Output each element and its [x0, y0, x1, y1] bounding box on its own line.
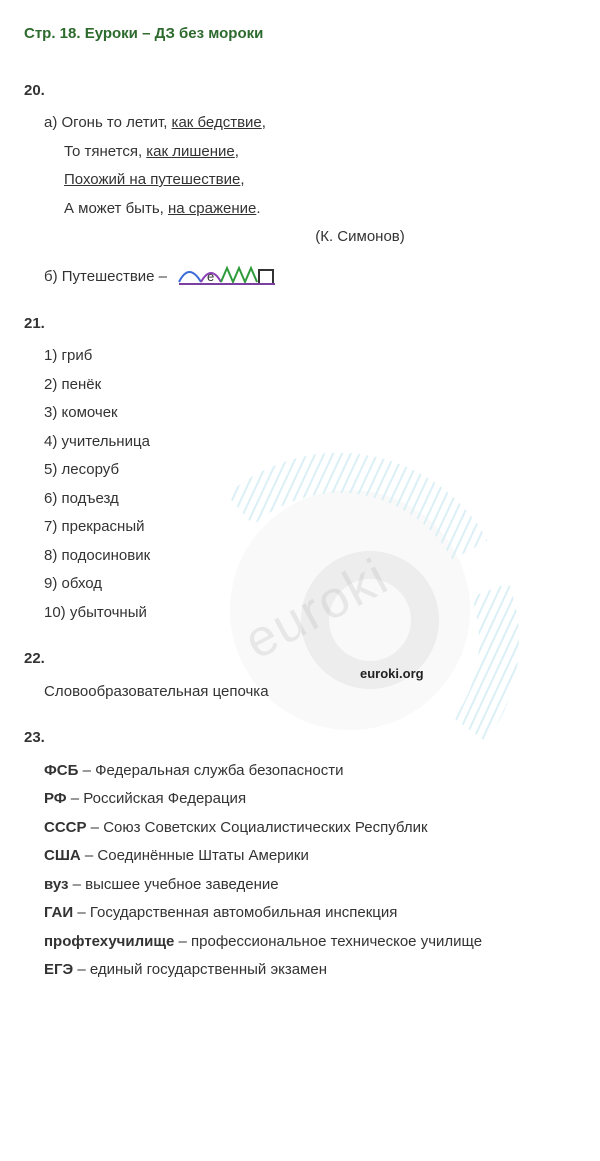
abbr-line: ГАИ – Государственная автомобильная инсп… — [24, 899, 576, 928]
abbr-full: – Соединённые Штаты Америки — [81, 847, 309, 864]
abbr: ГАИ — [44, 904, 73, 921]
ex20-line4: А может быть, на сражение. — [24, 195, 576, 224]
list-item: 5) лесоруб — [24, 456, 576, 485]
abbr-line: США – Соединённые Штаты Америки — [24, 842, 576, 871]
abbr-line: ФСБ – Федеральная служба безопасности — [24, 757, 576, 786]
abbr: ЕГЭ — [44, 961, 73, 978]
exercise-number-23: 23. — [24, 724, 576, 753]
ex20-line2-pre: То тянется, — [64, 143, 146, 160]
ex20-line3: Похожий на путешествие, — [24, 166, 576, 195]
exercise-number-22: 22. — [24, 645, 576, 674]
abbr-line: РФ – Российская Федерация — [24, 785, 576, 814]
period: . — [256, 200, 260, 217]
exercise-number-21: 21. — [24, 310, 576, 339]
abbr: ФСБ — [44, 762, 78, 779]
ex20-line3-underline: Похожий на путешествие — [64, 171, 240, 188]
list-item: 2) пенёк — [24, 371, 576, 400]
list-item: 10) убыточный — [24, 599, 576, 628]
ex20-line4-underline: на сражение — [168, 200, 256, 217]
abbr-line: профтехучилище – профессиональное технич… — [24, 928, 576, 957]
abbr: профтехучилище — [44, 933, 174, 950]
ex20-line1-underline: как бедствие — [172, 114, 262, 131]
ex20-line1-pre: Огонь то летит, — [62, 114, 172, 131]
comma: , — [235, 143, 239, 160]
morpheme-diagram: е — [177, 262, 287, 292]
morph-letter: е — [207, 269, 214, 284]
exercise-number-20: 20. — [24, 77, 576, 106]
abbr: СССР — [44, 819, 87, 836]
abbr-full: – Российская Федерация — [67, 790, 246, 807]
list-item: 9) обход — [24, 570, 576, 599]
ex20-b: б) Путешествие – е — [24, 262, 576, 292]
ex20-a-label: а) — [44, 114, 62, 131]
comma: , — [262, 114, 266, 131]
abbr-line: вуз – высшее учебное заведение — [24, 871, 576, 900]
comma: , — [240, 171, 244, 188]
abbr-full: – высшее учебное заведение — [68, 876, 278, 893]
ex22-text: Словообразовательная цепочка — [24, 678, 576, 707]
ex20-author: (К. Симонов) — [144, 223, 576, 252]
abbr-full: – Государственная автомобильная инспекци… — [73, 904, 397, 921]
abbr-line: СССР – Союз Советских Социалистических Р… — [24, 814, 576, 843]
abbr-full: – Союз Советских Социалистических Респуб… — [87, 819, 428, 836]
list-item: 8) подосиновик — [24, 542, 576, 571]
list-item: 4) учительница — [24, 428, 576, 457]
abbr: США — [44, 847, 81, 864]
list-item: 6) подъезд — [24, 485, 576, 514]
abbr-full: – Федеральная служба безопасности — [78, 762, 343, 779]
list-item: 1) гриб — [24, 342, 576, 371]
ex20-line2-underline: как лишение — [146, 143, 234, 160]
ex20-line1: а) Огонь то летит, как бедствие, — [24, 109, 576, 138]
list-item: 7) прекрасный — [24, 513, 576, 542]
page-title: Стр. 18. Еуроки – ДЗ без мороки — [24, 20, 576, 49]
abbr: РФ — [44, 790, 67, 807]
abbr-line: ЕГЭ – единый государственный экзамен — [24, 956, 576, 985]
abbr-full: – профессиональное техническое училище — [174, 933, 482, 950]
ex20-line4-pre: А может быть, — [64, 200, 168, 217]
abbr-full: – единый государственный экзамен — [73, 961, 327, 978]
abbr: вуз — [44, 876, 68, 893]
list-item: 3) комочек — [24, 399, 576, 428]
ex20-line2: То тянется, как лишение, — [24, 138, 576, 167]
ex20-b-label: б) Путешествие – — [44, 267, 171, 284]
